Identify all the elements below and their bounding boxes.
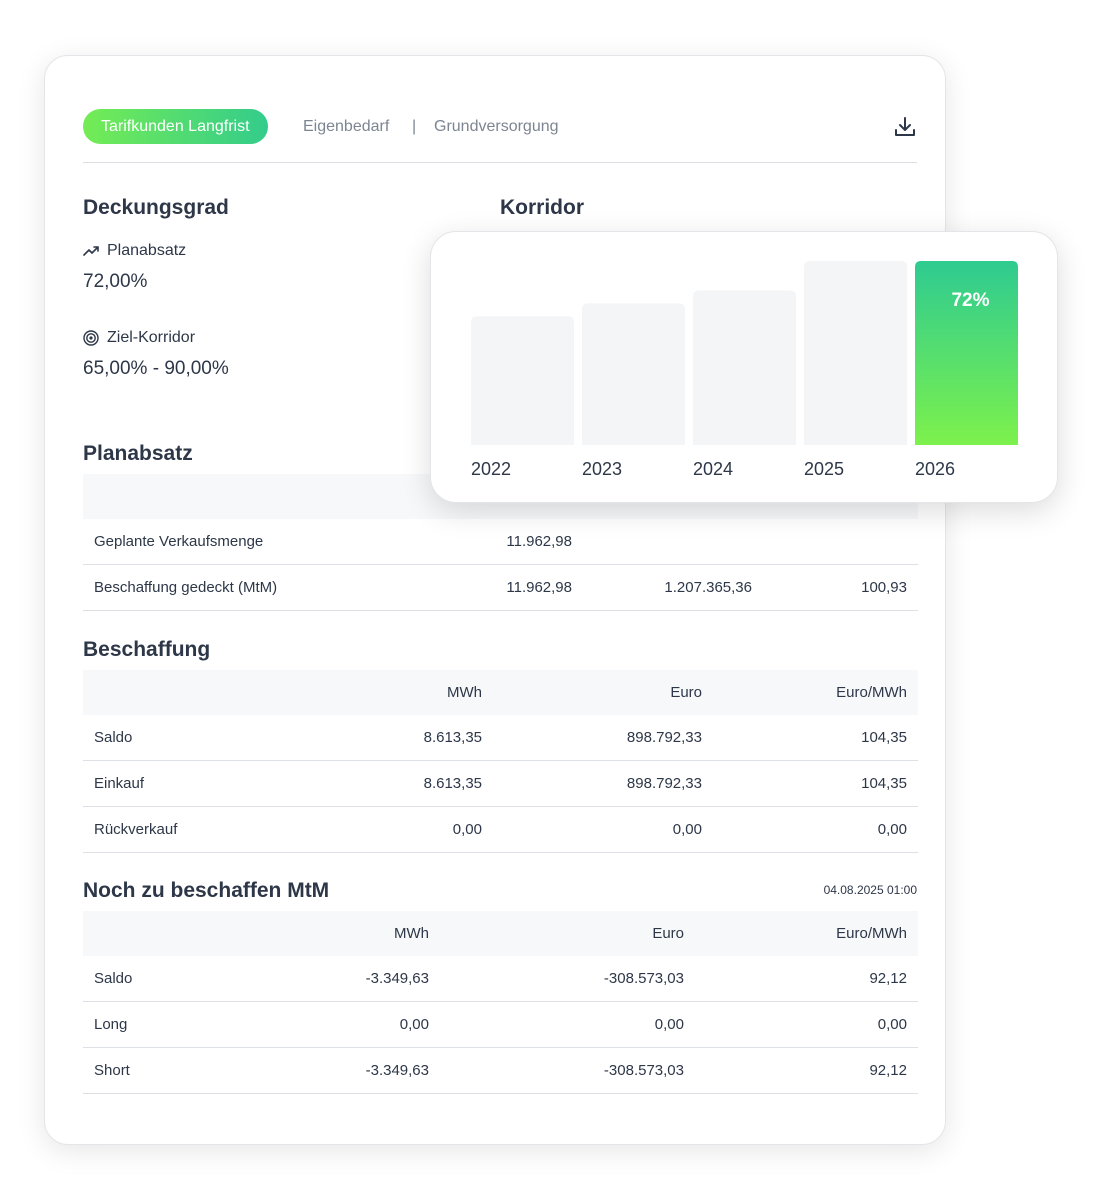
column-header (83, 911, 223, 956)
download-icon[interactable] (893, 115, 917, 139)
table-cell: Rückverkauf (83, 806, 253, 853)
table-cell (583, 519, 763, 565)
table-cell: -3.349,63 (223, 1047, 440, 1094)
table-cell: -3.349,63 (223, 956, 440, 1002)
x-tick-label: 2022 (471, 459, 511, 479)
table-cell: 898.792,33 (493, 760, 713, 807)
table-cell: Einkauf (83, 760, 253, 807)
table-cell: Long (83, 1001, 223, 1048)
table-cell: 92,12 (695, 1047, 918, 1094)
table-cell: 0,00 (493, 806, 713, 853)
korridor-chart: 2022 2023 2024 2025 2026 72% (471, 261, 1018, 479)
ziel-korridor-metric-label: Ziel-Korridor (83, 329, 195, 347)
beschaffung-header-row: MWh Euro Euro/MWh (83, 670, 918, 715)
table-cell: Saldo (83, 715, 253, 761)
x-tick-label: 2025 (804, 459, 844, 479)
korridor-title: Korridor (500, 196, 584, 219)
table-row: Long 0,00 0,00 0,00 (83, 1001, 918, 1048)
tab-tarifkunden-langfrist[interactable]: Tarifkunden Langfrist (83, 109, 268, 144)
noch-zu-beschaffen-table: MWh Euro Euro/MWh Saldo -3.349,63 -308.5… (83, 911, 918, 1094)
tab-grundversorgung[interactable]: Grundversorgung (434, 109, 559, 144)
column-header: MWh (223, 911, 440, 956)
tab-divider (83, 162, 917, 163)
tab-eigenbedarf[interactable]: Eigenbedarf (303, 109, 389, 144)
planabsatz-label-text: Planabsatz (107, 242, 187, 259)
table-row: Rückverkauf 0,00 0,00 0,00 (83, 806, 918, 853)
bar-2026 (915, 261, 1018, 445)
table-cell: 0,00 (695, 1001, 918, 1048)
table-row: Geplante Verkaufsmenge 11.962,98 (83, 519, 918, 565)
table-cell: 0,00 (253, 806, 493, 853)
table-cell: 104,35 (713, 715, 918, 761)
target-icon (83, 330, 99, 346)
x-tick-label: 2026 (915, 459, 955, 479)
korridor-chart-card: 2022 2023 2024 2025 2026 72% (430, 231, 1058, 503)
column-header: Euro/MWh (695, 911, 918, 956)
column-header (83, 670, 253, 715)
bar-2024 (693, 290, 796, 445)
table-row: Short -3.349,63 -308.573,03 92,12 (83, 1047, 918, 1094)
table-row: Einkauf 8.613,35 898.792,33 104,35 (83, 760, 918, 807)
table-row: Saldo -3.349,63 -308.573,03 92,12 (83, 956, 918, 1002)
table-cell: 0,00 (440, 1001, 695, 1048)
deckungsgrad-title: Deckungsgrad (83, 196, 229, 219)
table-cell: 8.613,35 (253, 760, 493, 807)
bar-2023 (582, 303, 685, 445)
noch-zu-beschaffen-title: Noch zu beschaffen MtM (83, 879, 330, 902)
table-cell: Saldo (83, 956, 223, 1002)
table-cell: -308.573,03 (440, 956, 695, 1002)
table-cell: Beschaffung gedeckt (MtM) (83, 564, 473, 611)
table-cell: Geplante Verkaufsmenge (83, 519, 473, 565)
table-cell: 100,93 (763, 564, 918, 611)
table-cell: 0,00 (713, 806, 918, 853)
table-cell: 11.962,98 (473, 564, 583, 611)
column-header: Euro/MWh (713, 670, 918, 715)
noch-header-row: MWh Euro Euro/MWh (83, 911, 918, 956)
data-label: 72% (951, 290, 989, 311)
column-header: Euro (440, 911, 695, 956)
planabsatz-metric-label: Planabsatz (83, 242, 186, 260)
timestamp: 04.08.2025 01:00 (823, 883, 917, 897)
column-header: MWh (253, 670, 493, 715)
table-row: Beschaffung gedeckt (MtM) 11.962,98 1.20… (83, 564, 918, 611)
table-cell: 92,12 (695, 956, 918, 1002)
beschaffung-title: Beschaffung (83, 638, 211, 661)
planabsatz-value: 72,00% (83, 271, 148, 292)
tab-bar: Tarifkunden Langfrist Eigenbedarf | Grun… (83, 109, 917, 147)
ziel-korridor-label-text: Ziel-Korridor (107, 329, 196, 346)
tab-separator: | (412, 118, 417, 135)
table-cell: 1.207.365,36 (583, 564, 763, 611)
table-cell: 11.962,98 (473, 519, 583, 565)
beschaffung-table: MWh Euro Euro/MWh Saldo 8.613,35 898.792… (83, 670, 918, 853)
table-cell (763, 519, 918, 565)
x-tick-label: 2024 (693, 459, 733, 479)
table-cell: Short (83, 1047, 223, 1094)
coverage-card: Tarifkunden Langfrist Eigenbedarf | Grun… (44, 55, 946, 1145)
table-cell: 898.792,33 (493, 715, 713, 761)
trend-up-icon (83, 246, 99, 256)
ziel-korridor-value: 65,00% - 90,00% (83, 358, 229, 379)
table-cell: 8.613,35 (253, 715, 493, 761)
table-cell: -308.573,03 (440, 1047, 695, 1094)
planabsatz-title: Planabsatz (83, 442, 193, 465)
x-tick-label: 2023 (582, 459, 622, 479)
table-row: Saldo 8.613,35 898.792,33 104,35 (83, 715, 918, 761)
column-header: Euro (493, 670, 713, 715)
table-cell: 0,00 (223, 1001, 440, 1048)
table-cell: 104,35 (713, 760, 918, 807)
bar-2025 (804, 261, 907, 445)
bar-2022 (471, 316, 574, 445)
